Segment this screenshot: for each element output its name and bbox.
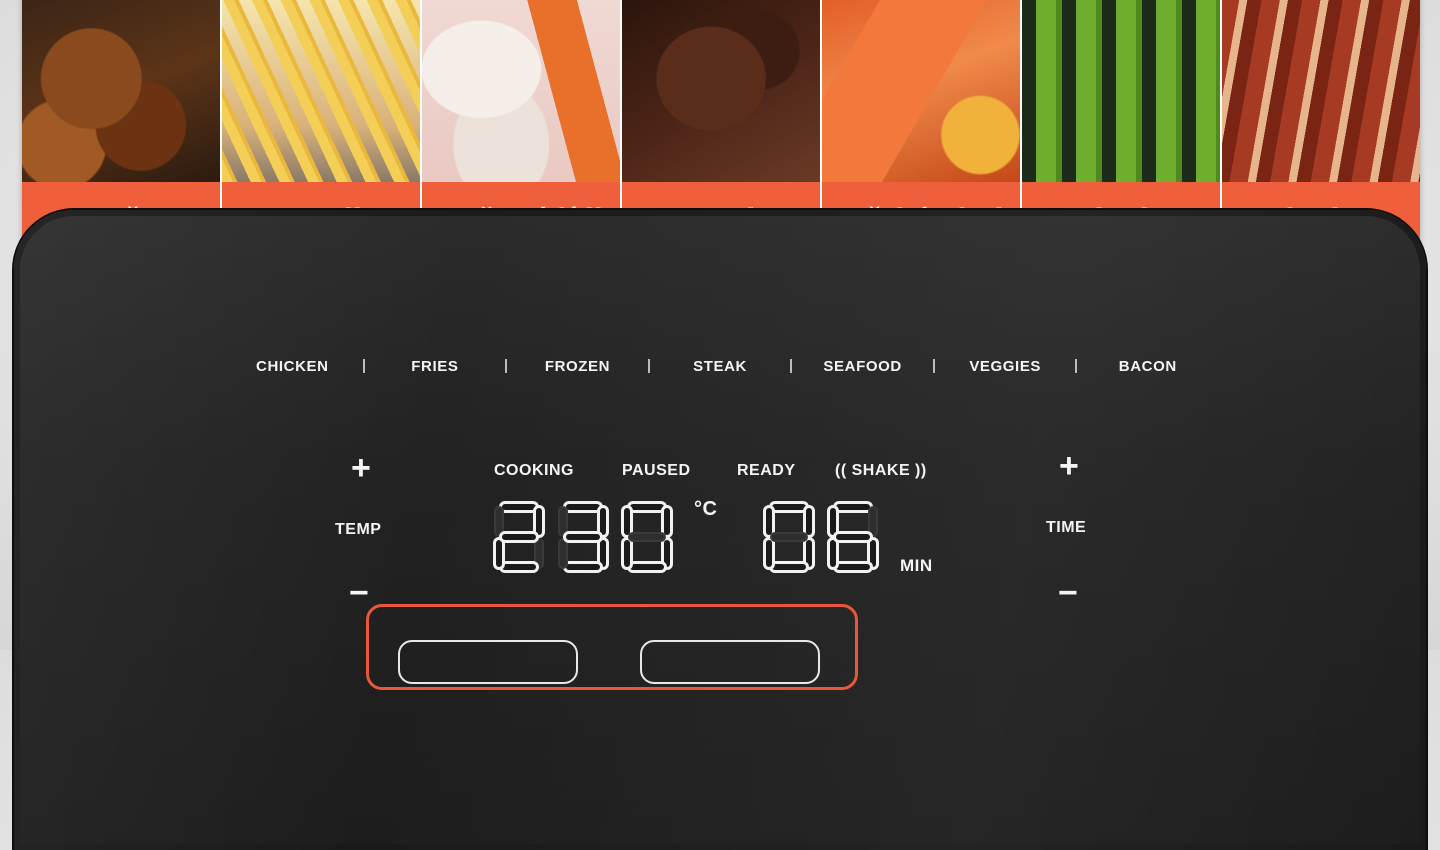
chicken-photo xyxy=(22,0,220,182)
preset-frozen-button[interactable]: FROZEN xyxy=(507,358,648,375)
segment-b xyxy=(806,508,812,535)
seafood-photo xyxy=(822,0,1021,182)
segment-f xyxy=(496,508,502,535)
temp-minus-button[interactable]: − xyxy=(349,576,369,610)
time-plus-button[interactable]: + xyxy=(1059,449,1079,483)
veggies-photo xyxy=(1022,0,1221,182)
time-digit xyxy=(764,502,814,572)
temp-digit xyxy=(494,502,544,572)
segment-d xyxy=(836,564,870,570)
segment-d xyxy=(630,564,664,570)
segment-b xyxy=(870,508,876,535)
segment-b xyxy=(600,508,606,535)
status-ready: READY xyxy=(737,462,796,479)
preset-fries-button[interactable]: FRIES xyxy=(365,358,506,375)
segment-e xyxy=(830,540,836,567)
status-cooking: COOKING xyxy=(494,462,574,479)
segment-d xyxy=(772,564,806,570)
preset-row: CHICKEN FRIES FROZEN STEAK SEAFOOD VEGGI… xyxy=(222,356,1218,376)
segment-e xyxy=(560,540,566,567)
status-paused: PAUSED xyxy=(622,462,691,479)
segment-b xyxy=(664,508,670,535)
temp-digit xyxy=(622,502,672,572)
segment-g xyxy=(772,534,806,540)
segment-a xyxy=(502,504,536,510)
segment-a xyxy=(836,504,870,510)
segment-e xyxy=(496,540,502,567)
fries-photo xyxy=(221,0,420,182)
temp-plus-button[interactable]: + xyxy=(351,451,371,485)
temp-label: TEMP xyxy=(335,521,382,538)
segment-d xyxy=(566,564,600,570)
minutes-unit: MIN xyxy=(900,556,933,575)
segment-c xyxy=(664,540,670,567)
segment-g xyxy=(630,534,664,540)
preset-chicken-button[interactable]: CHICKEN xyxy=(222,358,363,375)
bacon-photo xyxy=(1222,0,1420,182)
segment-f xyxy=(624,508,630,535)
segment-a xyxy=(630,504,664,510)
time-digit xyxy=(828,502,878,572)
segment-b xyxy=(536,508,542,535)
segment-c xyxy=(536,540,542,567)
segment-e xyxy=(624,540,630,567)
segment-e xyxy=(766,540,772,567)
segment-c xyxy=(870,540,876,567)
time-minus-button[interactable]: − xyxy=(1058,576,1078,610)
frozen-food-photo xyxy=(421,0,621,182)
segment-c xyxy=(600,540,606,567)
segment-g xyxy=(502,534,536,540)
celsius-unit: °C xyxy=(694,498,718,520)
steak-photo xyxy=(622,0,821,182)
segment-g xyxy=(836,534,870,540)
segment-a xyxy=(566,504,600,510)
segment-f xyxy=(766,508,772,535)
temp-digit xyxy=(558,502,608,572)
time-label: TIME xyxy=(1046,519,1087,536)
preset-seafood-button[interactable]: SEAFOOD xyxy=(792,358,933,375)
segment-a xyxy=(772,504,806,510)
segment-g xyxy=(566,534,600,540)
start-pause-button[interactable] xyxy=(640,640,820,684)
power-button[interactable] xyxy=(398,640,578,684)
status-shake: (( SHAKE )) xyxy=(835,462,927,479)
preset-steak-button[interactable]: STEAK xyxy=(650,358,791,375)
segment-f xyxy=(560,508,566,535)
preset-bacon-button[interactable]: BACON xyxy=(1077,358,1218,375)
control-panel xyxy=(14,210,1426,850)
segment-f xyxy=(830,508,836,535)
preset-veggies-button[interactable]: VEGGIES xyxy=(935,358,1076,375)
segment-d xyxy=(502,564,536,570)
segment-c xyxy=(806,540,812,567)
